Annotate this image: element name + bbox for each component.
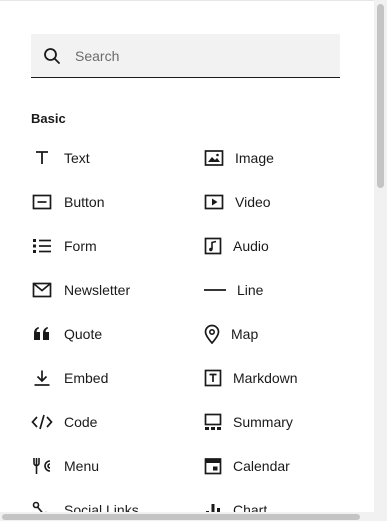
audio-icon [204,235,222,257]
search-input[interactable] [75,34,325,77]
calendar-icon [204,455,222,477]
block-calendar[interactable]: Calendar [0,444,290,488]
block-label: Markdown [233,370,298,386]
block-label: Map [231,326,259,342]
search-icon [43,47,61,65]
vertical-scrollbar[interactable] [374,0,387,512]
block-summary[interactable]: Summary [0,400,293,444]
block-markdown[interactable]: Markdown [0,356,298,400]
vertical-scrollbar-thumb[interactable] [377,4,384,188]
block-map[interactable]: Map [0,312,258,356]
section-title: Basic [31,111,66,126]
block-label: Image [235,150,274,166]
horizontal-scrollbar[interactable] [0,512,374,521]
summary-icon [204,411,222,433]
line-icon [204,279,226,301]
block-label: Video [235,194,271,210]
block-picker-panel: Basic Text Image Button Video Form Audio [0,0,374,513]
block-video[interactable]: Video [0,180,271,224]
image-icon [204,147,224,169]
video-icon [204,191,224,213]
scrollbar-corner [374,512,387,521]
horizontal-scrollbar-thumb[interactable] [2,514,360,520]
block-line[interactable]: Line [0,268,263,312]
block-label: Line [237,282,264,298]
block-audio[interactable]: Audio [0,224,269,268]
block-label: Audio [233,238,269,254]
block-label: Calendar [233,458,290,474]
block-label: Summary [233,414,293,430]
block-image[interactable]: Image [0,136,274,180]
chart-icon [204,499,222,513]
block-chart[interactable]: Chart [0,488,267,513]
map-icon [204,323,220,345]
markdown-icon [204,367,222,389]
search-box[interactable] [31,34,340,78]
